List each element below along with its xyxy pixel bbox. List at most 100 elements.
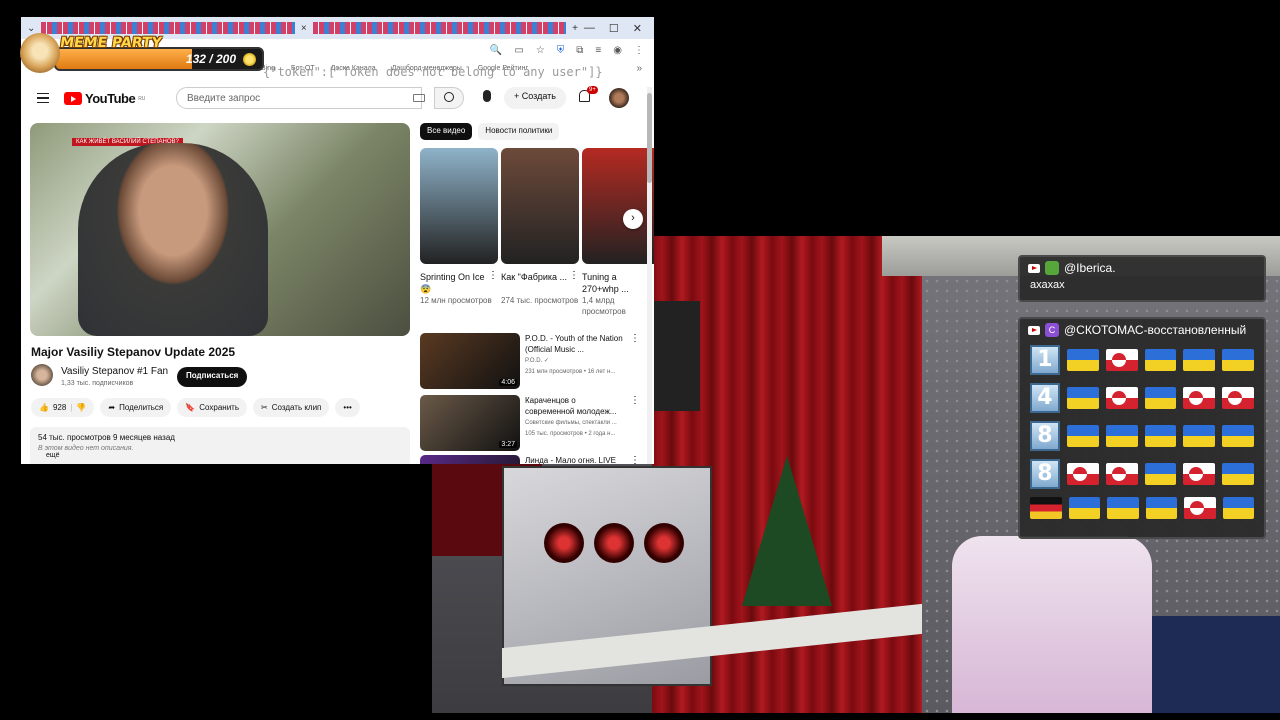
minimize-button[interactable]: — [584,22,595,35]
microphone-icon[interactable] [483,90,491,102]
kebab-menu-icon[interactable]: ⋮ [630,455,640,464]
pc-fan [594,523,634,563]
greenland-flag-icon [1066,463,1099,485]
recommendation-item[interactable]: Линда - Мало огня. LIVE ⋮ [420,455,640,464]
greenland-flag-icon [1222,387,1254,409]
youtube-logo[interactable]: YouTube RU [64,91,145,106]
short-item[interactable]: Sprinting On Ice 😨 ⋮ 12 млн просмотров [420,148,498,317]
greenland-flag-icon [1105,463,1138,485]
emoji-row: 4 [1020,379,1264,417]
short-item[interactable]: Tuning a 270+whp ...⋮1,4 млрд просмотров [582,148,654,317]
kebab-menu-icon[interactable]: ⋮ [630,395,640,451]
video-player[interactable]: КАК ЖИВЁТ ВАСИЛИЙ СТЕПАНОВ? [30,123,410,336]
recommendation-item[interactable]: 4:06 P.O.D. - Youth of the Nation (Offici… [420,333,640,389]
video-title: Караченцов о современной молодеж... [525,396,617,416]
ukraine-flag-icon [1183,349,1216,371]
scrollbar-thumb[interactable] [647,93,652,183]
number-tile: 4 [1030,383,1060,413]
save-label: Сохранить [199,403,239,412]
tab-list-chevron-icon[interactable]: ⌄ [27,23,35,34]
share-icon: ➦ [108,403,116,412]
no-description-text: В этом видео нет описания. [38,445,134,452]
chevron-right-icon[interactable]: › [623,209,643,229]
youtube-play-icon [64,92,82,105]
short-views: 274 тыс. просмотров [501,296,579,305]
short-thumbnail[interactable] [420,148,498,264]
ukraine-flag-icon [1068,497,1100,519]
meme-party-widget: 132 / 200 MEME PARTY [20,33,264,73]
tab-close-icon[interactable]: × [301,23,307,34]
kebab-menu-icon[interactable]: ⋮ [630,333,640,389]
ukraine-flag-icon [1066,425,1099,447]
ukraine-flag-icon [1145,497,1177,519]
bookmarks-more-button[interactable]: » [636,63,654,74]
germany-flag-icon [1030,497,1062,519]
ukraine-flag-icon [1222,349,1254,371]
recommendation-item[interactable]: 3:27 Караченцов о современной молодеж... С… [420,395,640,451]
video-thumbnail[interactable]: 3:27 [420,395,520,451]
more-link[interactable]: ещё [46,452,402,459]
video-thumbnail[interactable]: 4:06 [420,333,520,389]
greenland-flag-icon [1184,497,1216,519]
pc-fan [644,523,684,563]
chat-message: @Iberica. ахахах [1018,255,1266,302]
short-thumbnail[interactable] [501,148,579,264]
ukraine-flag-icon [1144,349,1177,371]
ukraine-flag-icon [1144,425,1177,447]
chip-politics-news[interactable]: Новости политики [478,123,560,140]
cast-icon[interactable]: ▭ [514,45,523,56]
short-item[interactable]: Как "Фабрика ... ⋮ 274 тыс. просмотров [501,148,579,317]
clip-button[interactable]: ✂ Создать клип [253,398,330,417]
short-thumbnail[interactable] [582,148,654,264]
save-button[interactable]: 🔖 Сохранить [177,398,247,417]
youtube-icon [1028,325,1040,335]
new-tab-button[interactable]: + [572,23,578,34]
keyboard-icon[interactable] [413,94,425,102]
create-label: Создать [521,91,556,101]
close-button[interactable]: ✕ [633,22,642,35]
subscribe-button[interactable]: Подписаться [177,367,248,387]
video-actions: 👍 928 | 👎 ➦ Поделиться 🔖 Сохранить ✂ Соз… [31,398,360,417]
bookmark-icon: 🔖 [185,403,196,412]
menu-lines-icon[interactable]: ≡ [595,45,601,56]
ukraine-flag-icon [1183,425,1216,447]
search-input[interactable]: Введите запрос [176,87,422,109]
hamburger-menu-icon[interactable] [37,93,49,103]
avatar[interactable] [609,88,629,108]
scissors-icon: ✂ [261,403,268,412]
channel-avatar[interactable] [31,364,53,386]
kebab-menu-icon[interactable]: ⋮ [488,270,498,295]
coin-icon [243,53,256,66]
greenland-flag-icon [1105,387,1138,409]
christmas-tree [742,456,832,606]
video-title: Major Vasiliy Stepanov Update 2025 [31,345,236,359]
like-button[interactable]: 👍 928 | 👎 [31,398,95,417]
ukraine-flag-icon [1222,463,1254,485]
zoom-icon[interactable]: 🔍 [490,45,502,56]
clip-label: Создать клип [271,403,322,412]
short-title: Tuning a 270+whp ... [582,272,629,294]
video-description[interactable]: 54 тыс. просмотров 9 месяцев назад В это… [30,427,410,464]
chat-message-header: @Iberica. [1020,257,1264,279]
channel-name[interactable]: Vasiliy Stepanov #1 Fan [61,366,168,377]
video-thumbnail[interactable] [420,455,520,464]
logo-region: RU [138,95,146,102]
kebab-menu-icon[interactable]: ⋮ [634,45,644,56]
extensions-icon[interactable]: ⧉ [576,45,583,56]
profile-icon[interactable]: ◉ [613,45,622,56]
create-button[interactable]: + Создать [504,87,566,109]
kebab-menu-icon[interactable]: ⋮ [569,270,579,295]
emoji-row: 1 [1020,341,1264,379]
meme-progress-fill [56,49,192,69]
search-button[interactable] [434,87,464,109]
video-subject [78,143,268,336]
share-button[interactable]: ➦ Поделиться [100,398,172,417]
video-duration: 4:06 [499,379,517,386]
tab-strip[interactable] [312,22,567,34]
thumbs-down-icon[interactable]: 👎 [76,403,86,412]
chip-all-videos[interactable]: Все видео [420,123,473,140]
shield-icon[interactable]: ⛨ [557,45,565,56]
star-icon[interactable]: ☆ [536,45,545,56]
more-actions-button[interactable]: ••• [335,398,360,417]
maximize-button[interactable]: ☐ [609,22,619,35]
